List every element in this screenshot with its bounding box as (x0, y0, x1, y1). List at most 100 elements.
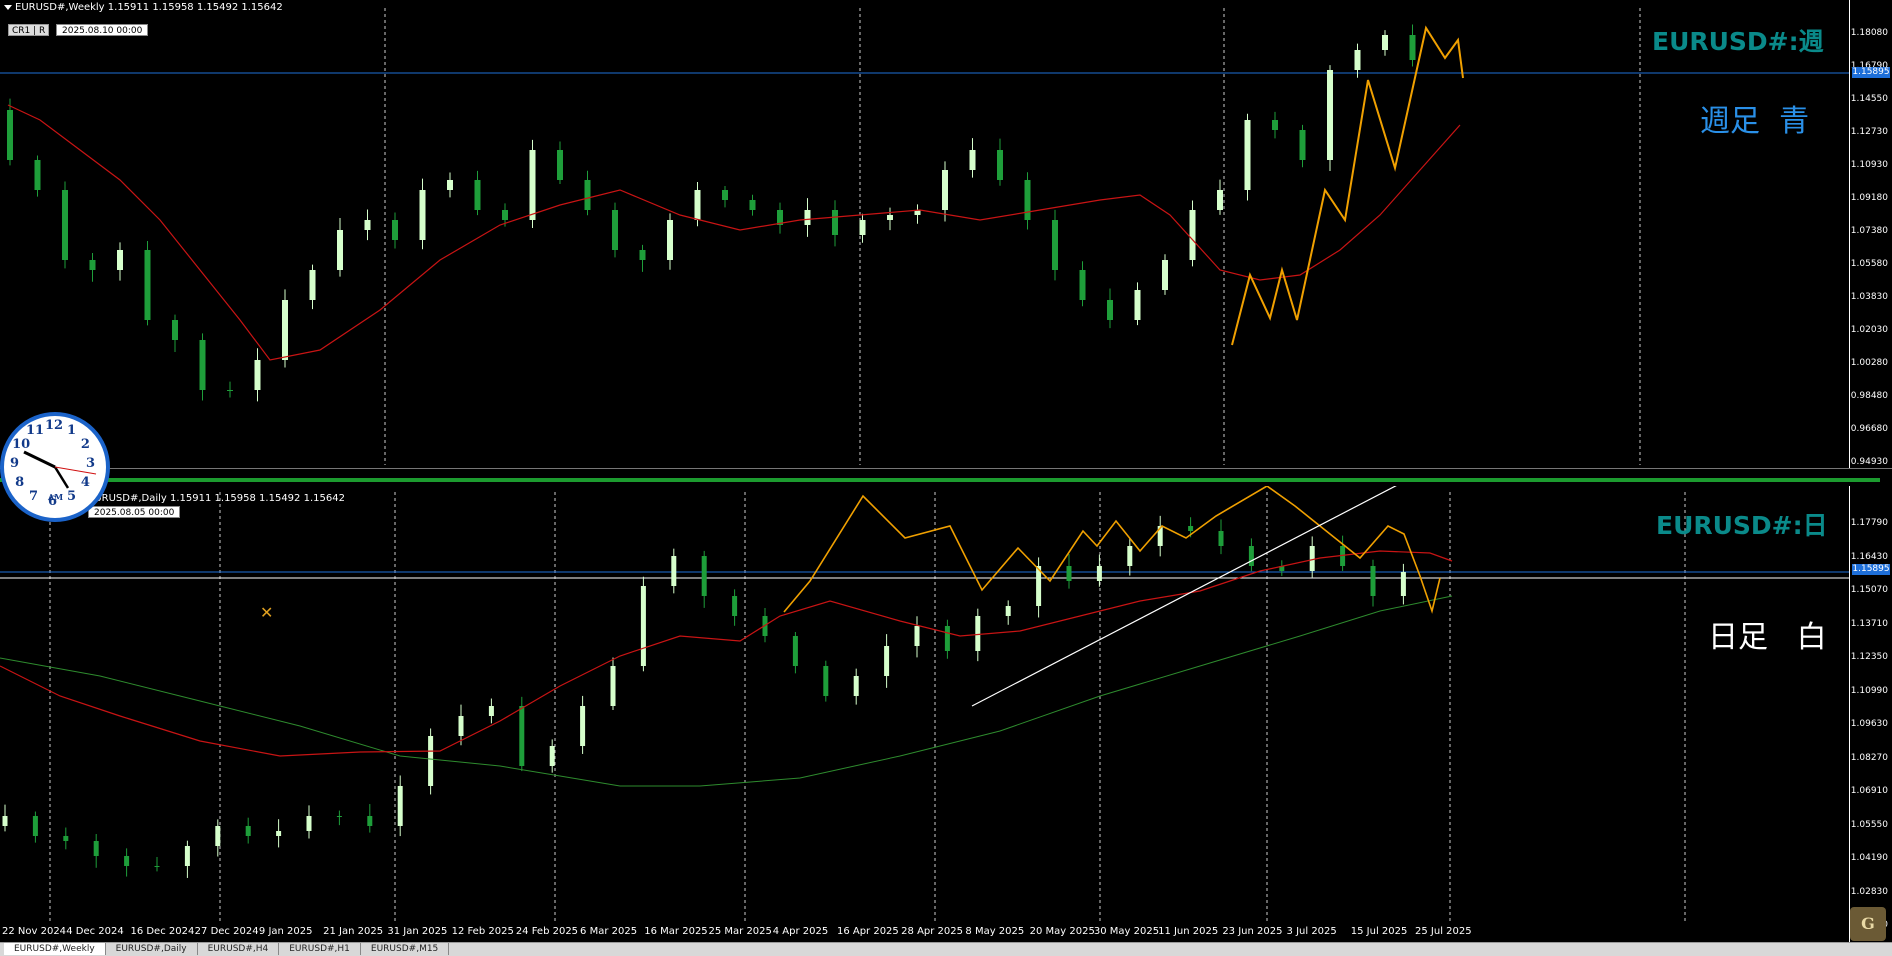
weekly-candle (584, 180, 591, 210)
weekly-candle (942, 170, 948, 210)
price-tick: 1.12350 (1850, 652, 1888, 662)
chart-tab[interactable]: EURUSD#,M15 (360, 943, 450, 955)
daily-candle (367, 816, 373, 826)
daily-candle (1066, 566, 1072, 581)
weekly-candle (804, 210, 811, 225)
one-click-trading-chip[interactable]: CR1 | R (8, 24, 50, 36)
price-tick: 0.98480 (1850, 391, 1888, 401)
chart-tab[interactable]: EURUSD#,H4 (197, 943, 280, 955)
price-tick: 1.12730 (1850, 127, 1888, 137)
daily-chart-canvas[interactable] (0, 486, 1850, 942)
weekly-candle (419, 190, 426, 240)
pane-separator[interactable] (0, 468, 1892, 487)
weekly-chart-pane[interactable]: EURUSD#,Weekly 1.15911 1.15958 1.15492 1… (0, 0, 1892, 468)
weekly-candle (969, 150, 976, 170)
pane-separator-bar[interactable] (0, 478, 1880, 482)
daily-candle (853, 676, 859, 696)
weekly-header-text: EURUSD#,Weekly 1.15911 1.15958 1.15492 1… (15, 2, 283, 13)
weekly-candle (392, 220, 398, 240)
weekly-candle (1409, 35, 1416, 60)
daily-trendline (971, 486, 1397, 707)
price-tick: 1.09630 (1850, 719, 1888, 729)
daily-candle (549, 746, 555, 766)
date-tick: 25 Jul 2025 (1415, 926, 1472, 937)
price-tick: 1.10990 (1850, 685, 1888, 696)
daily-candle (884, 646, 890, 676)
weekly-candle (282, 300, 288, 360)
broker-logo-icon: G (1850, 907, 1886, 941)
weekly-chart-canvas[interactable] (0, 0, 1850, 468)
weekly-candle (309, 270, 316, 300)
date-tick: 11 Jun 2025 (1158, 926, 1219, 937)
price-tick: 1.13710 (1850, 618, 1888, 629)
date-tick: 28 Apr 2025 (901, 926, 964, 937)
daily-candle (640, 586, 646, 666)
daily-chart-header: EURUSD#,Daily 1.15911 1.15958 1.15492 1.… (88, 493, 345, 504)
weekly-candle (832, 210, 838, 235)
date-tick: 15 Jul 2025 (1350, 926, 1408, 937)
daily-candle (2, 816, 8, 826)
price-tick: 1.15070 (1850, 585, 1888, 595)
daily-candle (732, 596, 738, 616)
daily-note: 日足 白 (1708, 620, 1827, 655)
daily-candle (458, 716, 464, 736)
price-tick: 1.17790 (1850, 518, 1888, 528)
daily-chart-pane[interactable]: EURUSD#,Daily 1.15911 1.15958 1.15492 1.… (0, 486, 1892, 942)
daily-candle (1400, 572, 1406, 596)
date-tick: 4 Dec 2024 (66, 926, 124, 937)
weekly-candle (1244, 120, 1251, 190)
price-tick: 1.00280 (1850, 358, 1888, 368)
date-tick: 9 Jan 2025 (258, 926, 313, 937)
chart-tab[interactable]: EURUSD#,Weekly (4, 943, 106, 955)
weekly-candle (172, 320, 178, 340)
daily-candle (1248, 546, 1254, 566)
weekly-candle (1299, 130, 1306, 160)
daily-symbol-label: EURUSD#:日 (1656, 511, 1828, 540)
weekly-candle (612, 210, 618, 250)
chart-tab[interactable]: EURUSD#,Daily (105, 943, 198, 955)
daily-candle (944, 626, 950, 651)
daily-candle (975, 616, 981, 651)
price-tick: 1.14550 (1850, 94, 1888, 104)
chart-tab[interactable]: EURUSD#,H1 (279, 943, 361, 955)
weekly-candle (722, 190, 728, 200)
daily-candle (428, 736, 434, 786)
date-tick: 4 Apr 2025 (772, 926, 829, 937)
daily-candle (276, 831, 282, 836)
weekly-candle (1382, 35, 1388, 50)
daily-candle (245, 826, 251, 836)
daily-current-price-tag: 1.15895 (1852, 564, 1890, 575)
weekly-chart-header: EURUSD#,Weekly 1.15911 1.15958 1.15492 1… (4, 2, 283, 13)
price-tick: 1.04190 (1850, 853, 1888, 863)
weekly-candle (749, 200, 756, 210)
price-tick: 1.02030 (1850, 325, 1888, 335)
weekly-candle (1079, 270, 1086, 300)
weekly-candle (337, 230, 343, 270)
weekly-candle (1217, 190, 1223, 210)
date-tick: 21 Jan 2025 (323, 926, 384, 937)
weekly-candle (557, 150, 563, 180)
menu-triangle-icon[interactable] (4, 4, 12, 10)
weekly-candle (502, 210, 508, 220)
daily-candle (215, 826, 221, 846)
price-tick: 1.02830 (1850, 886, 1888, 897)
weekly-candle (694, 190, 701, 220)
weekly-candle (144, 250, 151, 320)
weekly-candle (859, 220, 866, 235)
daily-short-moving-average (0, 550, 1453, 757)
weekly-date-field[interactable]: 2025.08.10 00:00 (56, 24, 149, 36)
weekly-candle (227, 390, 233, 391)
price-tick: 1.16430 (1850, 551, 1888, 562)
daily-candle (671, 556, 677, 586)
daily-candle (1309, 546, 1315, 571)
daily-candle (1370, 566, 1376, 596)
daily-candle (1096, 566, 1102, 581)
weekly-candle (7, 110, 13, 160)
daily-candle (1127, 546, 1133, 566)
daily-candle (184, 846, 190, 866)
price-tick: 1.08270 (1850, 752, 1888, 763)
price-tick: 1.10930 (1850, 160, 1888, 170)
price-tick: 0.94930 (1850, 457, 1888, 467)
crosshair-tool-icon[interactable]: ✕ (260, 603, 273, 622)
weekly-candle (639, 250, 646, 260)
